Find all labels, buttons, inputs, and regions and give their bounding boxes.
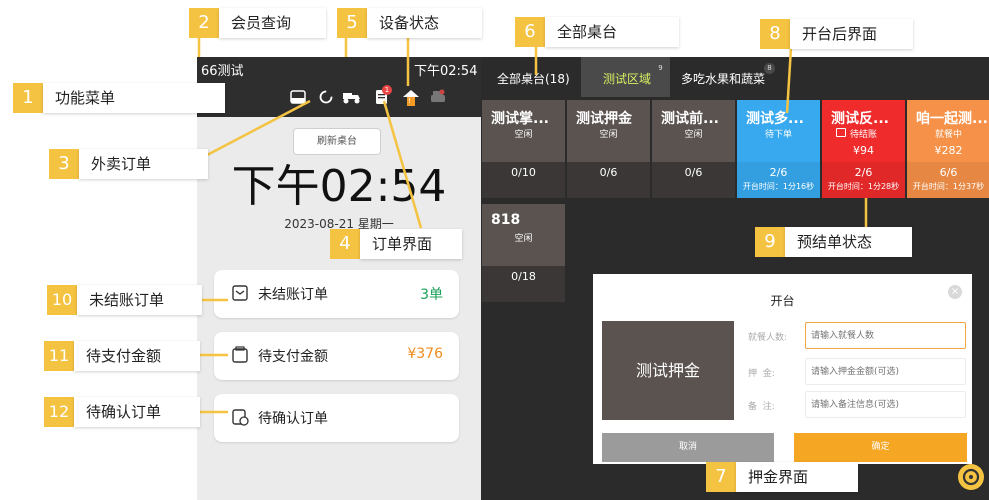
annotation-label: 设备状态: [367, 8, 482, 38]
annotation-number: 4: [330, 229, 360, 259]
annotation-number: 7: [706, 462, 736, 492]
annotation-label: 外卖订单: [79, 149, 208, 179]
annotation-label: 订单界面: [360, 229, 462, 259]
annotation-label: 待支付金额: [74, 341, 200, 371]
annotation-number: 10: [47, 285, 77, 315]
annotation-label: 待确认订单: [74, 397, 200, 427]
annotation-number: 8: [760, 19, 790, 49]
annotation-number: 5: [337, 8, 367, 38]
annotation-number: 9: [755, 227, 785, 257]
annotation-label: 预结单状态: [785, 227, 912, 257]
annotation-number: 11: [44, 341, 74, 371]
annotation-number: 3: [49, 149, 79, 179]
annotation-label: 押金界面: [736, 462, 858, 492]
annotation-label: 未结账订单: [77, 285, 202, 315]
annotation-label: 全部桌台: [545, 17, 679, 47]
annotation-label: 功能菜单: [43, 83, 225, 113]
annotation-number: 12: [44, 397, 74, 427]
annotation-label: 会员查询: [219, 8, 326, 38]
annotation-number: 1: [13, 83, 43, 113]
annotation-number: 2: [189, 8, 219, 38]
annotation-label: 开台后界面: [790, 19, 913, 49]
annotation-number: 6: [515, 17, 545, 47]
